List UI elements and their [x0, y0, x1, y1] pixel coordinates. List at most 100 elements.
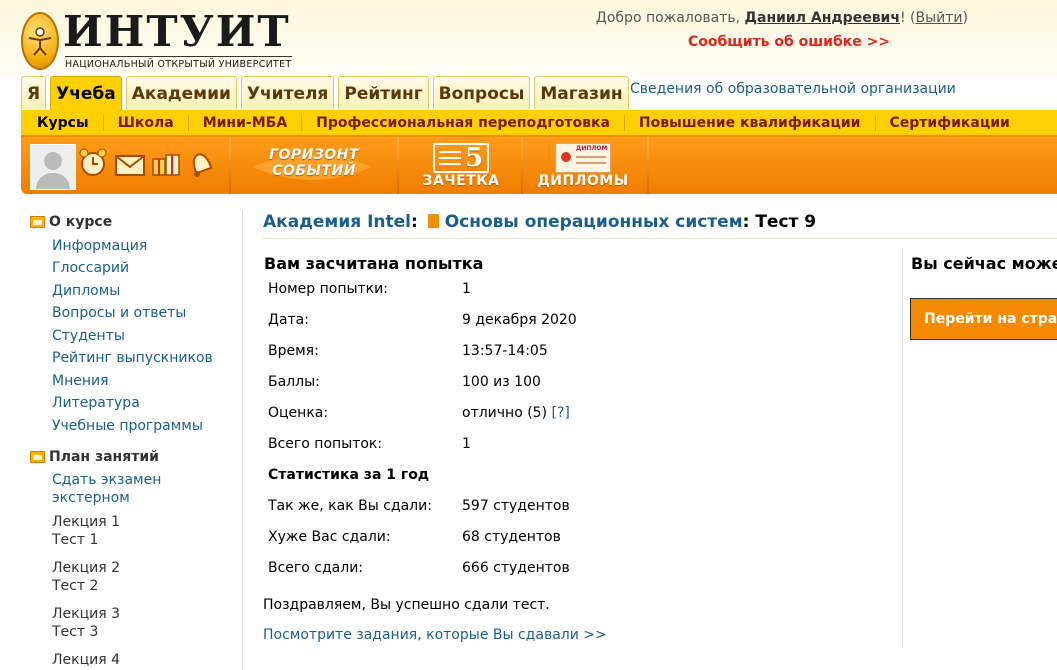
- logo-title: ИНТУИТ: [63, 7, 291, 56]
- sidebar-divider: [242, 210, 243, 670]
- result-value: отлично (5): [462, 405, 548, 421]
- result-table: Номер попытки: 1 Дата: 9 декабря 2020 Вр…: [268, 281, 577, 591]
- sidebar-item-literature[interactable]: Литература: [52, 394, 230, 412]
- sidebar-item-programs[interactable]: Учебные программы: [52, 417, 230, 435]
- grade-help-link[interactable]: [?]: [552, 405, 570, 421]
- subnav-mini-mba[interactable]: Мини-МБА: [189, 114, 303, 131]
- stats-label: Хуже Вас сдали:: [268, 529, 391, 545]
- stats-row: Всего сдали: 666 студентов: [268, 560, 570, 591]
- tab-rating[interactable]: Рейтинг: [338, 76, 429, 109]
- about-course-title: О курсе: [49, 214, 113, 230]
- subnav-qualification[interactable]: Повышение квалификации: [625, 114, 876, 131]
- result-label: Номер попытки:: [268, 281, 388, 297]
- result-label: Всего попыток:: [268, 436, 383, 452]
- sidebar-item-glossary[interactable]: Глоссарий: [52, 259, 230, 277]
- right-panel-divider: [902, 248, 903, 648]
- attempt-title: Вам засчитана попытка: [264, 254, 484, 273]
- lecture-item: Лекция 2 Тест 2: [30, 559, 230, 595]
- about-course-header[interactable]: О курсе: [30, 212, 230, 232]
- tab-me[interactable]: Я: [21, 76, 47, 109]
- diploma-icon: ДИПЛОМ: [555, 143, 611, 173]
- user-name-link[interactable]: Даниил Андреевич: [745, 10, 900, 26]
- subnav-certifications[interactable]: Сертификации: [876, 115, 1024, 131]
- folder-open-icon: [30, 450, 45, 463]
- lecture-link[interactable]: Лекция 1: [52, 513, 230, 531]
- book-icon: [427, 214, 439, 228]
- stats-title: Статистика за 1 год: [268, 467, 430, 483]
- result-row: Оценка: отлично (5) [?]: [268, 405, 570, 436]
- test-link[interactable]: Тест 2: [52, 577, 230, 595]
- course-sidebar: О курсе Информация Глоссарий Дипломы Воп…: [30, 212, 230, 669]
- lecture-link[interactable]: Лекция 2: [52, 559, 230, 577]
- breadcrumb-academy[interactable]: Академия Intel: [263, 212, 411, 232]
- sidebar-item-diplomas[interactable]: Дипломы: [52, 282, 230, 300]
- result-label: Время:: [268, 343, 319, 359]
- diplomas-label: ДИПЛОМЫ: [537, 173, 629, 189]
- record-book-button[interactable]: 5 ЗАЧЕТКА: [421, 143, 501, 189]
- record-book-icon: 5: [433, 143, 489, 173]
- intuit-logo[interactable]: ИНТУИТ НАЦИОНАЛЬНЫЙ ОТКРЫТЫЙ УНИВЕРСИТЕТ: [21, 7, 301, 74]
- result-label: Баллы:: [268, 374, 320, 390]
- subnav-courses[interactable]: Курсы: [21, 114, 104, 131]
- subnav-retraining[interactable]: Профессиональная переподготовка: [302, 114, 625, 131]
- result-value: 13:57-14:05: [462, 343, 548, 359]
- stats-value: 68 студентов: [462, 529, 561, 545]
- stats-value: 666 студентов: [462, 560, 570, 576]
- diplomas-button[interactable]: ДИПЛОМ ДИПЛОМЫ: [535, 143, 631, 189]
- sidebar-item-info[interactable]: Информация: [52, 237, 230, 255]
- envelope-icon[interactable]: [114, 147, 145, 179]
- go-to-page-button[interactable]: Перейти на стран: [910, 298, 1057, 340]
- stats-row: Хуже Вас сдали: 68 студентов: [268, 529, 561, 560]
- test-link[interactable]: Тест 3: [52, 623, 230, 641]
- breadcrumb-sep: :: [742, 212, 756, 232]
- lesson-plan-header[interactable]: План занятий: [30, 447, 230, 467]
- bell-icon[interactable]: [187, 147, 215, 179]
- tab-study[interactable]: Учеба: [50, 76, 122, 111]
- logo-subtitle: НАЦИОНАЛЬНЫЙ ОТКРЫТЫЙ УНИВЕРСИТЕТ: [65, 56, 292, 70]
- welcome-end: ): [962, 10, 968, 26]
- report-error-link[interactable]: Сообщить об ошибке >>: [688, 34, 890, 50]
- folder-open-icon: [30, 216, 45, 228]
- subnav-school[interactable]: Школа: [104, 114, 189, 131]
- events-horizon-line1: ГОРИЗОНТ: [269, 147, 359, 163]
- test-link[interactable]: Тест 1: [52, 531, 230, 549]
- tab-academies[interactable]: Академии: [125, 76, 237, 109]
- lecture-item: Лекция 1 Тест 1: [30, 513, 230, 549]
- lecture-item: Лекция 4: [30, 651, 230, 669]
- result-row: Баллы: 100 из 100: [268, 374, 541, 405]
- stats-label: Так же, как Вы сдали:: [268, 498, 432, 514]
- welcome-prefix: Добро пожаловать,: [595, 10, 745, 26]
- sidebar-item-qa[interactable]: Вопросы и ответы: [52, 304, 230, 322]
- welcome-mid: ! (: [899, 10, 916, 26]
- external-exam-link[interactable]: Сдать экзамен экстерном: [52, 471, 172, 507]
- tab-questions[interactable]: Вопросы: [432, 76, 531, 109]
- right-panel-title: Вы сейчас може: [911, 254, 1057, 273]
- avatar[interactable]: [30, 144, 76, 190]
- result-label: Дата:: [268, 312, 309, 328]
- sidebar-item-graduates-rating[interactable]: Рейтинг выпускников: [52, 349, 230, 367]
- breadcrumb-course[interactable]: Основы операционных систем: [445, 212, 743, 232]
- tab-teachers[interactable]: Учителя: [240, 76, 335, 109]
- result-value: 100 из 100: [462, 374, 541, 390]
- lecture-link[interactable]: Лекция 4: [52, 651, 230, 669]
- result-row: Всего попыток: 1: [268, 436, 471, 467]
- breadcrumb-sep: :: [410, 212, 424, 232]
- gifts-icon[interactable]: [151, 147, 180, 179]
- tab-shop[interactable]: Магазин: [534, 76, 629, 109]
- result-value: 1: [462, 436, 471, 452]
- result-label: Оценка:: [268, 405, 329, 421]
- breadcrumb-current: Тест 9: [755, 212, 817, 232]
- events-horizon-button[interactable]: ГОРИЗОНТ СОБЫТИЙ: [249, 147, 379, 180]
- sidebar-item-opinions[interactable]: Мнения: [52, 372, 230, 390]
- logout-link[interactable]: Выйти: [916, 10, 963, 26]
- org-info-link[interactable]: Сведения об образовательной организации: [630, 81, 956, 97]
- user-toolbar: ГОРИЗОНТ СОБЫТИЙ 5 ЗАЧЕТКА ДИПЛОМ ДИПЛОМ…: [21, 137, 1057, 194]
- alarm-clock-icon[interactable]: [79, 147, 107, 179]
- lecture-link[interactable]: Лекция 3: [52, 605, 230, 623]
- main-tabs: Я Учеба Академии Учителя Рейтинг Вопросы…: [21, 76, 629, 111]
- sidebar-item-students[interactable]: Студенты: [52, 327, 230, 345]
- lecture-item: Лекция 3 Тест 3: [30, 605, 230, 641]
- grade-value: отлично (5) [?]: [462, 405, 570, 421]
- view-tasks-link[interactable]: Посмотрите задания, которые Вы сдавали >…: [263, 627, 607, 643]
- logo-emblem-icon: [21, 12, 59, 70]
